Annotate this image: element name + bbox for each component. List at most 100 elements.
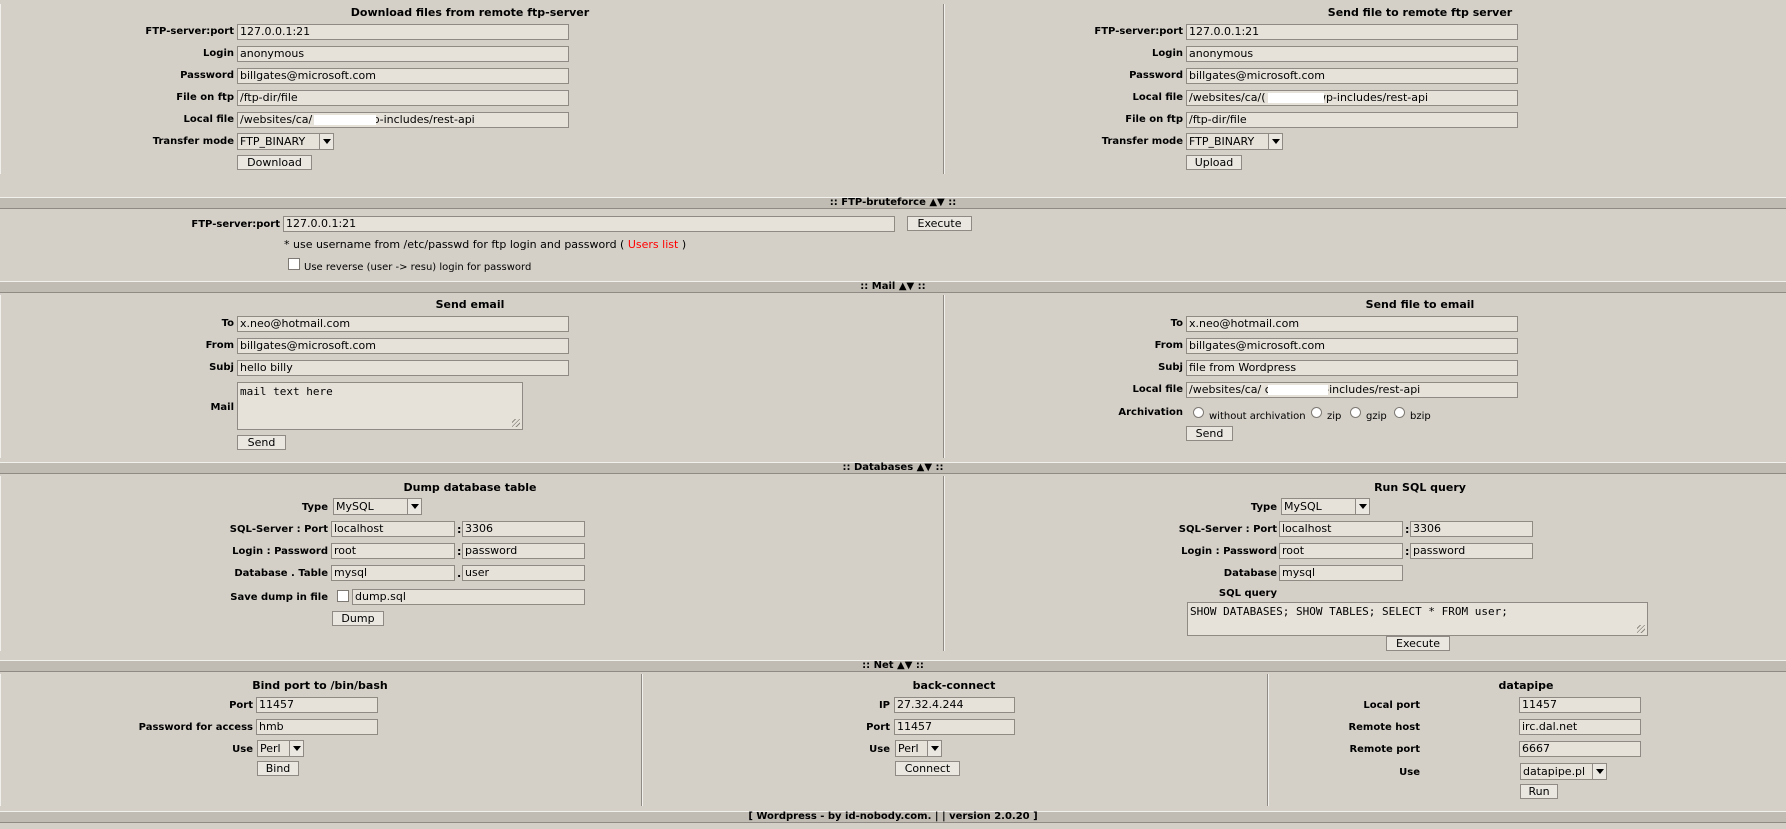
chevron-down-icon[interactable] [1592,764,1606,779]
query-server-label: SQL-Server : Port [1178,524,1277,535]
bruteforce-execute-button[interactable]: Execute [907,216,972,231]
bruteforce-note: * use username from /etc/passwd for ftp … [284,238,686,251]
query-port-input[interactable]: 3306 [1410,521,1533,537]
send-file-email-button[interactable]: Send [1186,426,1233,441]
chevron-down-icon[interactable] [1355,499,1369,514]
dump-server-input[interactable]: localhost [331,521,455,537]
local-port-input[interactable]: 11457 [1519,697,1641,713]
dump-button[interactable]: Dump [332,611,384,626]
back-ip-input[interactable]: 27.32.4.244 [894,697,1015,713]
dump-port-input[interactable]: 3306 [462,521,585,537]
bzip-radio[interactable] [1394,407,1405,418]
redacted-mask [314,115,376,125]
back-port-input[interactable]: 11457 [894,719,1015,735]
dump-table-label: Database . Table [234,568,328,579]
dump-type-label: Type [301,502,328,513]
dump-table-input[interactable]: user [462,565,585,581]
remote-port-input[interactable]: 6667 [1519,741,1641,757]
send-email-button[interactable]: Send [237,435,286,450]
ftp-remote-file-label: File on ftp [176,92,234,103]
bruteforce-server-input[interactable]: 127.0.0.1:21 [283,216,895,232]
sql-execute-button[interactable]: Execute [1386,636,1450,651]
dump-type-select[interactable]: MySQL [333,498,422,515]
ftp-remote-file-input[interactable]: /ftp-dir/file [237,90,569,106]
chevron-down-icon[interactable] [319,134,333,149]
mail-from-input[interactable]: billgates@microsoft.com [237,338,569,354]
query-type-select[interactable]: MySQL [1281,498,1370,515]
ftp-local-file-input[interactable]: /websites/ca/ .com.au/wp-includes/rest-a… [237,112,569,128]
reverse-login-label: Use reverse (user -> resu) login for pas… [304,262,532,273]
mail-body-textarea[interactable]: mail text here [237,382,523,430]
password-separator: : [1405,545,1410,558]
bind-password-input[interactable]: hmb [256,719,378,735]
bind-button[interactable]: Bind [257,761,299,776]
upload-server-input[interactable]: 127.0.0.1:21 [1186,24,1518,40]
file-mail-local-input[interactable]: /websites/ca/ com.au/wp-includes/rest-ap… [1186,382,1518,398]
back-use-label: Use [869,744,890,755]
databases-header[interactable]: :: Databases ▲▼ :: [0,462,1786,474]
bruteforce-header[interactable]: :: FTP-bruteforce ▲▼ :: [0,197,1786,209]
upload-password-input[interactable]: billgates@microsoft.com [1186,68,1518,84]
query-password-input[interactable]: password [1410,543,1533,559]
remote-host-input[interactable]: irc.dal.net [1519,719,1641,735]
resize-grip-icon[interactable] [512,419,520,427]
dump-server-label: SQL-Server : Port [229,524,328,535]
file-mail-to-label: To [1170,318,1183,329]
chevron-down-icon[interactable] [1268,134,1282,149]
bind-port-input[interactable]: 11457 [256,697,378,713]
no-archivation-label: without archivation [1209,411,1306,422]
save-dump-checkbox[interactable] [337,590,349,602]
chevron-down-icon[interactable] [289,741,303,756]
file-mail-from-input[interactable]: billgates@microsoft.com [1186,338,1518,354]
upload-button[interactable]: Upload [1186,155,1242,170]
resize-grip-icon[interactable] [1637,625,1645,633]
dump-table-panel [0,476,944,651]
bruteforce-server-label: FTP-server:port [191,219,280,230]
upload-password-label: Password [1129,70,1183,81]
dump-database-input[interactable]: mysql [331,565,455,581]
query-server-input[interactable]: localhost [1279,521,1403,537]
net-header[interactable]: :: Net ▲▼ :: [0,660,1786,672]
query-type-label: Type [1250,502,1277,513]
ftp-transfer-mode-select[interactable]: FTP_BINARY [237,133,334,150]
reverse-login-checkbox[interactable] [288,258,300,270]
password-separator: : [457,545,462,558]
datapipe-use-select[interactable]: datapipe.pl [1520,763,1607,780]
run-button[interactable]: Run [1520,784,1558,799]
query-login-input[interactable]: root [1279,543,1403,559]
bind-use-label: Use [232,744,253,755]
gzip-radio[interactable] [1350,407,1361,418]
bind-password-label: Password for access [138,722,253,733]
select-value: Perl [260,742,281,755]
upload-remote-file-input[interactable]: /ftp-dir/file [1186,112,1518,128]
sql-query-textarea[interactable]: SHOW DATABASES; SHOW TABLES; SELECT * FR… [1187,602,1648,636]
no-archivation-radio[interactable] [1193,407,1204,418]
mail-to-input[interactable]: x.neo@hotmail.com [237,316,569,332]
back-use-select[interactable]: Perl [895,740,942,757]
ftp-login-input[interactable]: anonymous [237,46,569,62]
chevron-down-icon[interactable] [407,499,421,514]
file-mail-subject-input[interactable]: file from Wordpress [1186,360,1518,376]
connect-button[interactable]: Connect [895,761,960,776]
query-database-input[interactable]: mysql [1279,565,1403,581]
upload-login-input[interactable]: anonymous [1186,46,1518,62]
dump-login-input[interactable]: root [331,543,455,559]
dump-login-label: Login : Password [232,546,328,557]
download-button[interactable]: Download [237,155,312,170]
ftp-server-input[interactable]: 127.0.0.1:21 [237,24,569,40]
zip-radio[interactable] [1311,407,1322,418]
chevron-down-icon[interactable] [927,741,941,756]
local-port-label: Local port [1363,700,1420,711]
bind-port-label: Port [229,700,253,711]
remote-host-label: Remote host [1348,722,1420,733]
upload-local-file-input[interactable]: /websites/ca/( .com.au/wp-includes/rest-… [1186,90,1518,106]
ftp-password-input[interactable]: billgates@microsoft.com [237,68,569,84]
bind-use-select[interactable]: Perl [257,740,304,757]
dump-file-input[interactable]: dump.sql [352,589,585,605]
mail-header[interactable]: :: Mail ▲▼ :: [0,281,1786,293]
users-list-link[interactable]: Users list [628,238,678,251]
mail-subject-input[interactable]: hello billy [237,360,569,376]
dump-password-input[interactable]: password [462,543,585,559]
upload-transfer-mode-select[interactable]: FTP_BINARY [1186,133,1283,150]
file-mail-to-input[interactable]: x.neo@hotmail.com [1186,316,1518,332]
